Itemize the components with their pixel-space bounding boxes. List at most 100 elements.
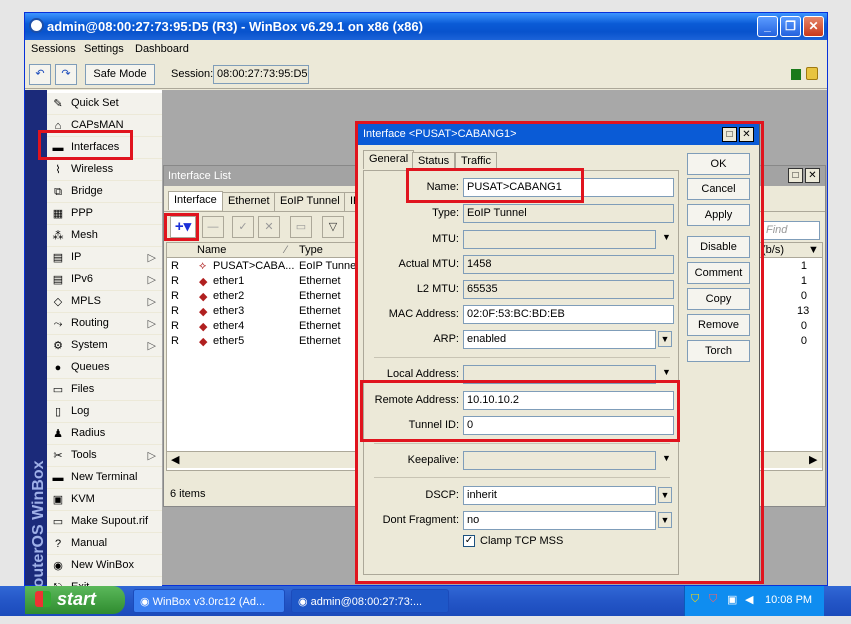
note-icon: ▭ — [295, 221, 307, 233]
task-winbox-session[interactable]: ◉ admin@08:00:27:73:... — [291, 589, 449, 613]
menu-settings[interactable]: Settings — [84, 43, 124, 55]
row-type: Ethernet — [299, 335, 341, 347]
mac-input[interactable]: 02:0F:53:BC:BD:EB — [463, 305, 674, 324]
sidebar-item-routing[interactable]: ⤳ Routing ▷ — [47, 313, 162, 335]
mtu-input[interactable] — [463, 230, 656, 249]
menu-sessions[interactable]: Sessions — [31, 43, 76, 55]
sidebar-item-interfaces[interactable]: ▬ Interfaces — [47, 137, 162, 159]
connection-status-icon — [791, 69, 801, 80]
sidebar-item-quick-set[interactable]: ✎ Quick Set — [47, 93, 162, 115]
sidebar-item-kvm[interactable]: ▣ KVM — [47, 489, 162, 511]
col-name[interactable]: Name — [197, 244, 226, 256]
copy-button[interactable]: Copy — [687, 288, 750, 310]
sidebar-item-queues[interactable]: ● Queues — [47, 357, 162, 379]
interfaces-icon: ▬ — [52, 142, 64, 154]
sidebar-item-new-winbox[interactable]: ◉ New WinBox — [47, 555, 162, 577]
comment-button[interactable]: ▭ — [290, 216, 312, 238]
keepalive-input[interactable] — [463, 451, 656, 470]
sidebar-item-ppp[interactable]: ▦ PPP — [47, 203, 162, 225]
enable-button[interactable]: ✓ — [232, 216, 254, 238]
sidebar-item-bridge[interactable]: ⧉ Bridge — [47, 181, 162, 203]
apply-button[interactable]: Apply — [687, 204, 750, 226]
sidebar-item-ipv6[interactable]: ▤ IPv6 ▷ — [47, 269, 162, 291]
tab-status[interactable]: Status — [412, 152, 456, 171]
filter-button[interactable]: ▽ — [322, 216, 344, 238]
remove-button[interactable]: Remove — [687, 314, 750, 336]
redo-button[interactable]: ↷ — [55, 64, 77, 85]
add-button[interactable]: +▾ — [170, 216, 196, 238]
sidebar-item-system[interactable]: ⚙ System ▷ — [47, 335, 162, 357]
tab-traffic[interactable]: Traffic — [455, 152, 497, 171]
tab-interface[interactable]: Interface — [168, 191, 223, 210]
safe-mode-button[interactable]: Safe Mode — [85, 64, 155, 85]
title-bar[interactable]: admin@08:00:27:73:95:D5 (R3) - WinBox v6… — [25, 13, 827, 40]
cancel-button[interactable]: Cancel — [687, 178, 750, 200]
sidebar-item-tools[interactable]: ✂ Tools ▷ — [47, 445, 162, 467]
dscp-select[interactable]: inherit — [463, 486, 656, 505]
undo-button[interactable]: ↶ — [29, 64, 51, 85]
clamp-tcp-mss-checkbox[interactable]: ✓ — [463, 535, 475, 547]
minimize-button[interactable]: _ — [757, 16, 778, 37]
window-title: admin@08:00:27:73:95:D5 (R3) - WinBox v6… — [47, 19, 423, 34]
sidebar-item-make-supout-rif[interactable]: ▭ Make Supout.rif — [47, 511, 162, 533]
sidebar-item-new-terminal[interactable]: ▬ New Terminal — [47, 467, 162, 489]
sidebar-item-radius[interactable]: ♟ Radius — [47, 423, 162, 445]
sidebar-item-mesh[interactable]: ⁂ Mesh — [47, 225, 162, 247]
dont-fragment-dropdown-icon[interactable]: ▼ — [658, 512, 672, 528]
menu-dashboard[interactable]: Dashboard — [135, 43, 189, 55]
iflist-maximize-button[interactable]: □ — [788, 168, 803, 183]
dscp-dropdown-icon[interactable]: ▼ — [658, 487, 672, 503]
lock-icon — [806, 67, 818, 80]
name-input[interactable]: PUSAT>CABANG1 — [463, 178, 674, 197]
ok-button[interactable]: OK — [687, 153, 750, 175]
kvm-icon: ▣ — [52, 494, 64, 506]
torch-button[interactable]: Torch — [687, 340, 750, 362]
sidebar-item-manual[interactable]: ? Manual — [47, 533, 162, 555]
row-rate: 1 — [800, 260, 807, 272]
security-shield-icon[interactable]: ⛉ — [691, 593, 699, 606]
start-button[interactable]: start — [25, 586, 125, 614]
sidebar-item-wireless[interactable]: ⌇ Wireless — [47, 159, 162, 181]
arp-dropdown-icon[interactable]: ▼ — [658, 331, 672, 347]
sidebar-item-ip[interactable]: ▤ IP ▷ — [47, 247, 162, 269]
capsman-icon: ⌂ — [54, 120, 62, 132]
sidebar-item-files[interactable]: ▭ Files — [47, 379, 162, 401]
remote-address-input[interactable]: 10.10.10.2 — [463, 391, 674, 410]
sidebar-item-label: Quick Set — [71, 97, 119, 109]
quickset-icon: ✎ — [53, 98, 63, 110]
task-winbox-loader[interactable]: ◉ WinBox v3.0rc12 (Ad... — [133, 589, 285, 613]
tab-ethernet[interactable]: Ethernet — [222, 192, 276, 211]
dont-fragment-select[interactable]: no — [463, 511, 656, 530]
tunnel-id-input[interactable]: 0 — [463, 416, 674, 435]
row-name: ether1 — [213, 275, 245, 287]
dialog-titlebar[interactable]: Interface <PUSAT>CABANG1> □ ✕ — [357, 123, 759, 145]
col-rate[interactable]: (b/s) — [762, 244, 784, 256]
security-alert-icon[interactable]: ⛉ — [709, 593, 717, 606]
comment-button[interactable]: Comment — [687, 262, 750, 284]
sidebar-item-label: Wireless — [71, 163, 114, 175]
tab-general[interactable]: General — [363, 150, 415, 169]
restore-button[interactable]: ❐ — [780, 16, 801, 37]
volume-icon[interactable]: ◀ — [745, 593, 753, 606]
toolbar: ↶ ↷ Safe Mode Session: 08:00:27:73:95:D5 — [25, 60, 827, 89]
network-icon[interactable]: ▣ — [727, 593, 737, 606]
system-icon: ⚙ — [53, 340, 63, 352]
row-name: PUSAT>CABA... — [213, 260, 295, 272]
sidebar-item-mpls[interactable]: ◇ MPLS ▷ — [47, 291, 162, 313]
mac-label: MAC Address: — [388, 308, 459, 320]
dialog-maximize-button[interactable]: □ — [722, 127, 737, 142]
local-address-input[interactable] — [463, 365, 656, 384]
dialog-close-button[interactable]: ✕ — [739, 127, 754, 142]
disable-button[interactable]: Disable — [687, 236, 750, 258]
col-type[interactable]: Type — [299, 244, 323, 256]
find-input[interactable]: Find — [762, 221, 820, 240]
sidebar-item-log[interactable]: ▯ Log — [47, 401, 162, 423]
ethernet-icon: ◆ — [199, 306, 208, 318]
sidebar-item-capsman[interactable]: ⌂ CAPsMAN — [47, 115, 162, 137]
iflist-close-button[interactable]: ✕ — [805, 168, 820, 183]
tab-eoip-tunnel[interactable]: EoIP Tunnel — [274, 192, 346, 211]
arp-select[interactable]: enabled — [463, 330, 656, 349]
remove-button[interactable]: — — [202, 216, 224, 238]
disable-button[interactable]: ✕ — [258, 216, 280, 238]
close-button[interactable]: ✕ — [803, 16, 824, 37]
